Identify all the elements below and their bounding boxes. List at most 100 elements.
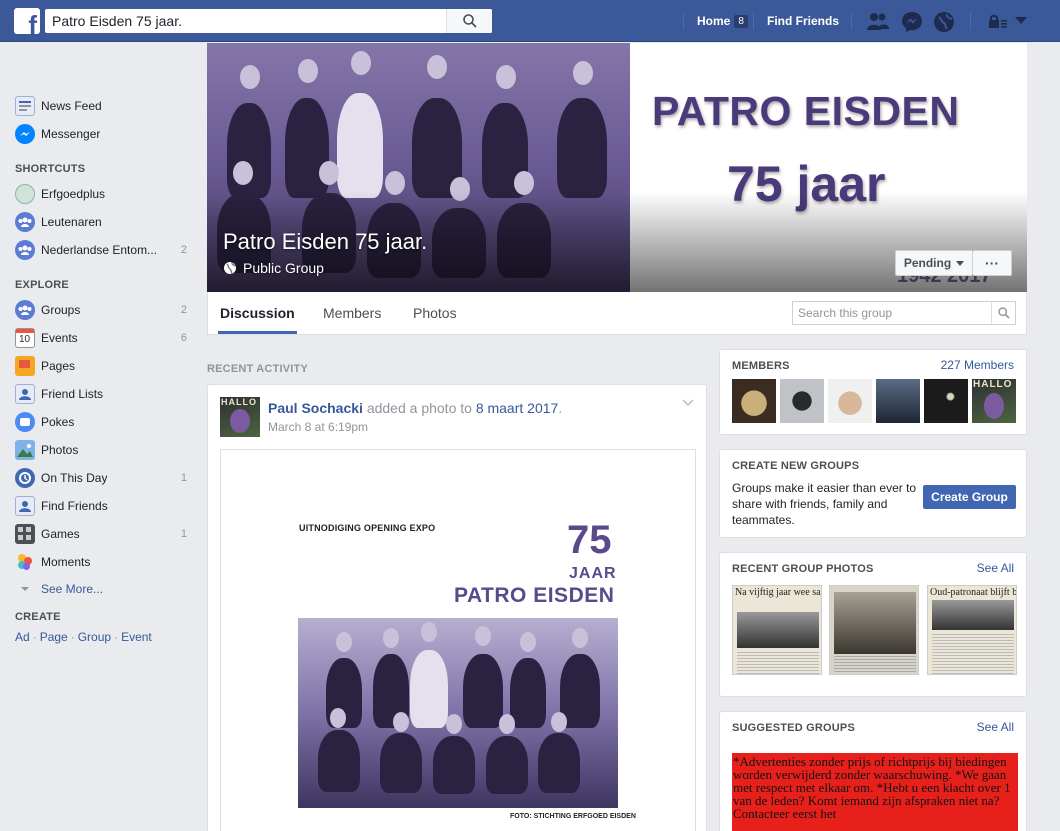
group-photo-thumb[interactable]	[829, 585, 919, 675]
create-ad-link[interactable]: Ad	[15, 630, 30, 644]
sidebar-item-pages[interactable]: Pages	[15, 356, 190, 376]
global-search-input[interactable]	[45, 9, 445, 33]
facebook-logo-icon[interactable]: f	[14, 8, 40, 34]
thumb-columns	[737, 652, 819, 674]
player-head	[572, 628, 588, 648]
sidebar-item-news-feed[interactable]: News Feed	[15, 96, 190, 116]
create-groups-heading: CREATE NEW GROUPS	[732, 460, 860, 472]
sidebar-item-photos[interactable]: Photos	[15, 440, 190, 460]
create-page-link[interactable]: Page	[40, 630, 68, 644]
sidebar-item-label: Moments	[41, 555, 91, 569]
nav-separator	[753, 12, 754, 30]
group-photo-thumb[interactable]: Oud-patronaat blijft bestaa	[927, 585, 1017, 675]
sidebar-item-label: Find Friends	[41, 499, 108, 513]
group-photo-thumb[interactable]: Na vijftig jaar wee samen met stichter	[732, 585, 822, 675]
sidebar-item-label: Groups	[41, 303, 81, 317]
player-head	[393, 712, 409, 732]
create-group-button[interactable]: Create Group	[923, 485, 1016, 509]
tab-photos[interactable]: Photos	[413, 292, 457, 334]
tab-discussion[interactable]: Discussion	[218, 292, 297, 334]
post-options-chevron-down-icon[interactable]	[682, 399, 694, 407]
messenger-icon	[15, 124, 35, 144]
player-figure	[463, 654, 503, 728]
group-name[interactable]: Patro Eisden 75 jaar.	[223, 229, 427, 255]
sidebar-see-more[interactable]: See More...	[15, 579, 190, 599]
home-link[interactable]: Home	[697, 14, 730, 28]
sidebar-item-events[interactable]: 10 Events 6	[15, 328, 190, 348]
create-event-link[interactable]: Event	[121, 630, 152, 644]
suggested-group-cover[interactable]: *Advertenties zonder prijs of richtprijs…	[732, 753, 1018, 831]
sidebar-item-label: Messenger	[41, 127, 101, 141]
privacy-shortcuts-icon[interactable]	[988, 14, 1008, 28]
sidebar-item-count: 1	[180, 528, 187, 540]
sidebar-item-count: 1	[180, 472, 187, 484]
player-head	[446, 714, 462, 734]
thumb-image	[834, 592, 916, 654]
chevron-down-icon	[15, 579, 35, 599]
see-more-link[interactable]: See More...	[41, 582, 103, 596]
tab-members[interactable]: Members	[323, 292, 381, 334]
member-avatar[interactable]	[780, 379, 824, 423]
group-search-button[interactable]	[991, 302, 1015, 324]
search-icon	[998, 307, 1010, 319]
nav-home[interactable]: Home 8	[697, 0, 748, 42]
create-links: Ad · Page · Group · Event	[15, 630, 152, 644]
more-options-button[interactable]: ···	[973, 250, 1012, 276]
player-head	[319, 161, 339, 185]
search-button[interactable]	[446, 9, 492, 33]
calendar-icon: 10	[15, 328, 35, 348]
photo-jaar-text: JAAR	[569, 565, 617, 582]
recent-photos-see-all[interactable]: See All	[977, 561, 1014, 575]
sidebar-item-games[interactable]: Games 1	[15, 524, 190, 544]
photo-number-text: 75	[567, 518, 612, 562]
find-friends-link[interactable]: Find Friends	[767, 14, 839, 28]
members-count-link[interactable]: 227 Members	[941, 358, 1014, 372]
sidebar-item-label: Nederlandse Entom...	[41, 243, 158, 257]
friend-requests-icon[interactable]	[866, 11, 890, 31]
post-album-link[interactable]: 8 maart 2017	[476, 400, 559, 416]
sidebar-item-pokes[interactable]: Pokes	[15, 412, 190, 432]
player-figure	[410, 650, 448, 728]
sidebar-item-nederlandse-entom[interactable]: Nederlandse Entom... 2	[15, 240, 190, 260]
feed-post: HALLO Paul Sochacki added a photo to 8 m…	[207, 384, 707, 831]
notifications-globe-icon[interactable]	[933, 11, 955, 33]
sidebar-item-find-friends[interactable]: Find Friends	[15, 496, 190, 516]
sidebar-item-label: Games	[41, 527, 80, 541]
suggested-groups-see-all[interactable]: See All	[977, 720, 1014, 734]
sidebar-item-messenger[interactable]: Messenger	[15, 124, 190, 144]
post-author-link[interactable]: Paul Sochacki	[268, 400, 363, 416]
avatar[interactable]: HALLO	[220, 397, 260, 437]
player-figure	[380, 733, 422, 793]
create-groups-text: Groups make it easier than ever to share…	[732, 481, 917, 527]
thumb-columns	[834, 656, 916, 674]
player-head	[573, 61, 593, 85]
group-search-input[interactable]	[793, 302, 988, 324]
member-avatar[interactable]	[876, 379, 920, 423]
member-avatar[interactable]	[828, 379, 872, 423]
messages-icon[interactable]	[901, 11, 923, 33]
nav-find-friends[interactable]: Find Friends	[767, 0, 839, 42]
photo-club-name-text: PATRO EISDEN	[454, 584, 615, 607]
account-menu-chevron-down-icon[interactable]	[1015, 17, 1027, 25]
sidebar-item-groups[interactable]: Groups 2	[15, 300, 190, 320]
sidebar-item-erfgoedplus[interactable]: Erfgoedplus	[15, 184, 190, 204]
group-tabs: Discussion Members Photos	[207, 292, 1027, 335]
sidebar-item-count: 2	[180, 244, 187, 256]
sidebar-item-leutenaren[interactable]: Leutenaren	[15, 212, 190, 232]
sidebar-item-label: Photos	[41, 443, 79, 457]
sidebar-item-friend-lists[interactable]: Friend Lists	[15, 384, 190, 404]
create-group-link[interactable]: Group	[78, 630, 111, 644]
member-avatar[interactable]	[732, 379, 776, 423]
member-avatar[interactable]	[924, 379, 968, 423]
pending-button[interactable]: Pending	[895, 250, 973, 276]
thumb-image	[737, 612, 819, 648]
post-photo[interactable]: UITNODIGING OPENING EXPO 75 JAAR PATRO E…	[220, 449, 696, 831]
sidebar-item-count: 6	[180, 332, 187, 344]
sidebar-item-moments[interactable]: Moments	[15, 552, 190, 572]
member-avatar[interactable]: HALLO	[972, 379, 1016, 423]
player-figure	[557, 98, 607, 198]
sidebar-item-on-this-day[interactable]: On This Day 1	[15, 468, 190, 488]
post-timestamp[interactable]: March 8 at 6:19pm	[268, 420, 368, 434]
post-action-text: added a photo to	[362, 400, 476, 416]
groups-icon	[15, 300, 35, 320]
